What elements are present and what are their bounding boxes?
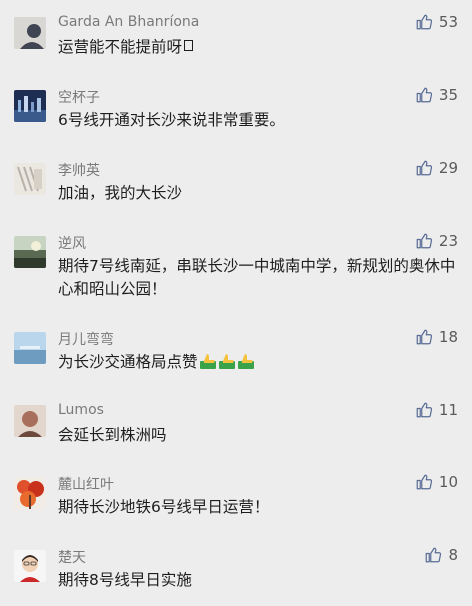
avatar[interactable]	[14, 90, 46, 122]
comment-text: 期待7号线南延，串联长沙一中城南中学，新规划的奥休中心和昭山公园！	[58, 257, 456, 298]
comment-text: 6号线开通对长沙来说非常重要。	[58, 111, 285, 129]
avatar[interactable]	[14, 550, 46, 582]
thumbs-up-icon	[416, 160, 433, 176]
comment-list: Garda An Bhanríona 运营能不能提前呀 53 空杯子 6号线开通…	[0, 0, 472, 601]
comment-author[interactable]: Lumos	[58, 402, 104, 418]
like-button[interactable]: 35	[415, 86, 458, 104]
thumbs-up-icon	[416, 474, 433, 490]
like-count: 53	[438, 13, 458, 31]
comment-item: Lumos 会延长到株洲吗 11	[0, 388, 472, 461]
like-button[interactable]: 53	[415, 13, 458, 31]
comment-author[interactable]: 麓山红叶	[58, 474, 114, 494]
avatar[interactable]	[14, 332, 46, 364]
comment-author[interactable]: 月儿弯弯	[58, 329, 114, 349]
like-button[interactable]: 18	[415, 328, 458, 346]
like-count: 23	[438, 232, 458, 250]
like-count: 11	[438, 401, 458, 419]
like-button[interactable]: 8	[424, 546, 458, 564]
thumbs-up-icon	[426, 547, 442, 563]
comment-item: 空杯子 6号线开通对长沙来说非常重要。 35	[0, 73, 472, 146]
comment-item: 月儿弯弯 为长沙交通格局点赞 18	[0, 315, 472, 388]
comment-item: 麓山红叶 期待长沙地铁6号线早日运营！ 10	[0, 460, 472, 533]
thumbs-up-emoji	[218, 354, 235, 369]
like-count: 29	[438, 159, 458, 177]
avatar[interactable]	[14, 17, 46, 49]
comment-author[interactable]: 空杯子	[58, 87, 100, 107]
thumbs-up-icon	[416, 402, 433, 418]
comment-author[interactable]: 李帅英	[58, 160, 100, 180]
avatar[interactable]	[14, 405, 46, 437]
comment-item: 李帅英 加油，我的大长沙 29	[0, 146, 472, 219]
avatar[interactable]	[14, 163, 46, 195]
missing-glyph	[184, 40, 194, 51]
comment-item: 逆风 期待7号线南延，串联长沙一中城南中学，新规划的奥休中心和昭山公园！ 23	[0, 219, 472, 315]
avatar[interactable]	[14, 236, 46, 268]
like-count: 35	[438, 86, 458, 104]
comment-author[interactable]: 逆风	[58, 233, 86, 253]
like-count: 8	[448, 546, 458, 564]
thumbs-up-icon	[416, 14, 433, 30]
like-button[interactable]: 10	[415, 473, 458, 491]
thumbs-up-icon	[416, 329, 433, 345]
comment-text: 会延长到株洲吗	[58, 426, 167, 444]
thumbs-up-emoji	[237, 354, 254, 369]
comment-text: 为长沙交通格局点赞	[58, 351, 418, 374]
comment-author[interactable]: 楚天	[58, 547, 86, 567]
comment-text: 运营能不能提前呀	[58, 36, 418, 59]
like-count: 18	[438, 328, 458, 346]
comment-text: 期待长沙地铁6号线早日运营！	[58, 498, 270, 516]
comment-item: Garda An Bhanríona 运营能不能提前呀 53	[0, 0, 472, 73]
thumbs-up-icon	[416, 233, 433, 249]
comment-item: 楚天 期待8号线早日实施 8	[0, 533, 472, 606]
like-button[interactable]: 23	[415, 232, 458, 250]
comment-text: 加油，我的大长沙	[58, 184, 183, 202]
avatar[interactable]	[14, 477, 46, 509]
like-button[interactable]: 11	[415, 401, 458, 419]
thumbs-up-emoji	[199, 354, 216, 369]
comment-author[interactable]: Garda An Bhanríona	[58, 14, 199, 30]
like-count: 10	[438, 473, 458, 491]
like-button[interactable]: 29	[415, 159, 458, 177]
thumbs-up-icon	[416, 87, 433, 103]
comment-text: 期待8号线早日实施	[58, 571, 192, 589]
